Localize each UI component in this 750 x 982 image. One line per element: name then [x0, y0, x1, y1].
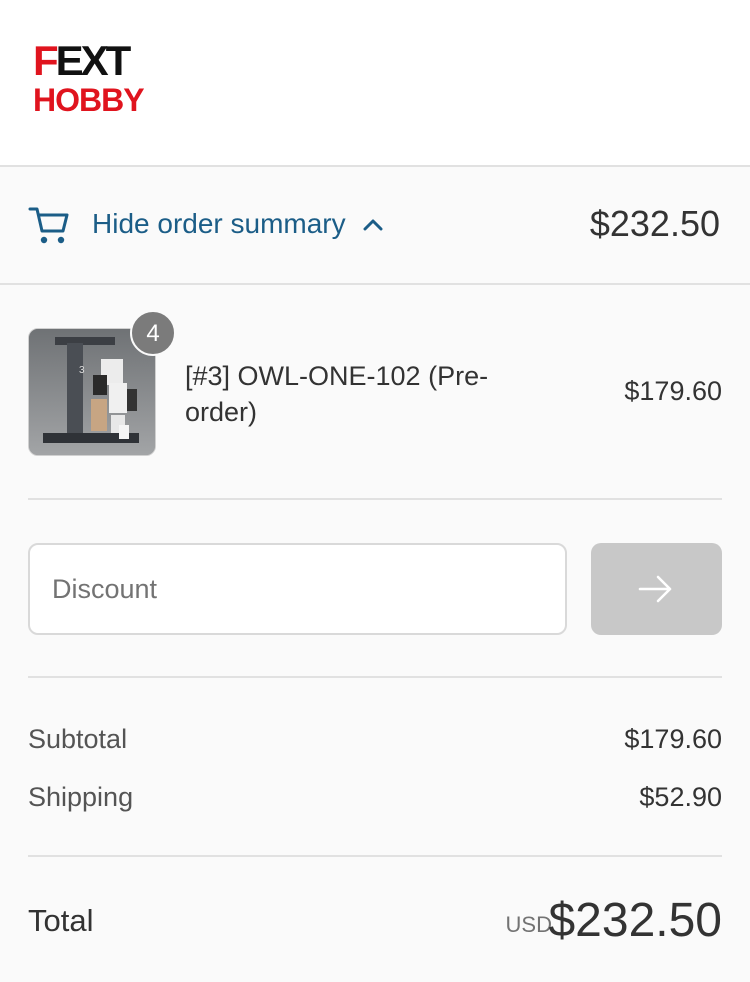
- order-summary-toggle[interactable]: Hide order summary $232.50: [0, 167, 750, 285]
- product-name: [#3] OWL-ONE-102 (Pre-order): [185, 361, 489, 427]
- subtotal-value: $179.60: [624, 724, 722, 754]
- logo-line2: HOBBY: [33, 82, 145, 118]
- summary-total: $232.50: [589, 203, 720, 244]
- divider: [28, 676, 722, 678]
- subtotal-label: Subtotal: [28, 724, 128, 754]
- grand-total: $232.50: [548, 894, 722, 947]
- divider: [28, 855, 722, 857]
- quantity-badge: 4: [130, 310, 176, 356]
- shipping-label: Shipping: [28, 782, 134, 812]
- toggle-summary-label[interactable]: Hide order summary: [92, 208, 346, 240]
- arrow-right-icon: [638, 575, 672, 603]
- divider: [28, 498, 722, 500]
- discount-input[interactable]: [28, 543, 567, 635]
- product-price: $179.60: [624, 376, 722, 406]
- chevron-up-icon: [363, 219, 383, 231]
- currency-code: USD: [505, 912, 552, 937]
- logo-line1: FEXT: [33, 37, 131, 84]
- header: FEXT HOBBY: [0, 0, 750, 167]
- svg-text:3: 3: [79, 365, 85, 376]
- cart-icon: [28, 207, 69, 244]
- line-item: 3 4 [#3] OWL-ONE-102 (Pre-order) $179.60: [28, 310, 722, 480]
- shipping-value: $52.90: [639, 782, 722, 812]
- apply-discount-button[interactable]: [591, 543, 722, 635]
- total-label: Total: [28, 903, 94, 938]
- store-logo[interactable]: FEXT HOBBY: [33, 40, 145, 118]
